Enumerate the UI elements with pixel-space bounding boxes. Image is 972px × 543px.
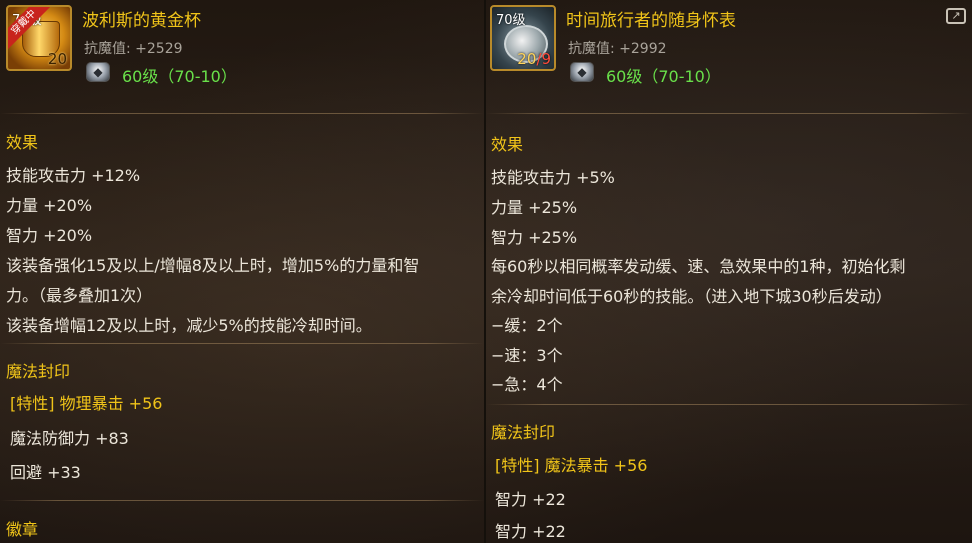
- item-grade-level: 60级（70-10）: [122, 67, 237, 86]
- item-count: 20: [47, 50, 67, 68]
- section-separator: [0, 113, 484, 114]
- effect-line: 智力 +25%: [491, 228, 578, 247]
- effect-line: 该装备增幅12及以上时，减少5%的技能冷却时间。: [6, 316, 372, 335]
- item-grade-level: 60级（70-10）: [606, 67, 721, 86]
- enchant-line: 智力 +22: [495, 490, 566, 509]
- item-name: 波利斯的黄金杯: [82, 11, 201, 31]
- enchant-line-trait: [特性] 魔法暴击 +56: [495, 456, 648, 475]
- effect-line: 该装备强化15及以上/增幅8及以上时，增加5%的力量和智: [6, 256, 420, 275]
- effect-line: −急：4个: [491, 375, 563, 394]
- effect-line: −速：3个: [491, 346, 563, 365]
- effect-line: 每60秒以相同概率发动缓、速、急效果中的1种，初始化剩: [491, 257, 906, 276]
- share-icon[interactable]: ↗: [946, 8, 966, 24]
- effect-line: 技能攻击力 +5%: [491, 168, 615, 187]
- item-count: 20/9: [517, 50, 551, 68]
- item-icon-pocket-watch[interactable]: 70级 20/9: [490, 5, 556, 71]
- effect-line: 力。（最多叠加1次）: [6, 286, 153, 305]
- diamond-grade-icon: ◆: [570, 62, 594, 82]
- effect-section-title: 效果: [6, 133, 39, 152]
- magic-resist-value: 抗魔值: +2529: [84, 41, 183, 57]
- item-tooltip-right: 70级 20/9 时间旅行者的随身怀表 抗魔值: +2992 ◆ 60级（70-…: [486, 0, 972, 543]
- enchant-section-title: 魔法封印: [491, 423, 556, 442]
- item-name: 时间旅行者的随身怀表: [566, 11, 736, 31]
- icon-level-label: 70级: [496, 13, 526, 28]
- section-separator: [0, 500, 484, 501]
- enchant-line: 魔法防御力 +83: [10, 429, 129, 448]
- effect-line: 力量 +25%: [491, 198, 578, 217]
- magic-resist-value: 抗魔值: +2992: [568, 41, 667, 57]
- effect-section-title: 效果: [491, 135, 524, 154]
- effect-line: 力量 +20%: [6, 196, 93, 215]
- item-icon-golden-cup[interactable]: 70级 穿戴中 20: [6, 5, 72, 71]
- enchant-line: 智力 +22: [495, 522, 566, 541]
- effect-line: −缓：2个: [491, 316, 563, 335]
- effect-line: 技能攻击力 +12%: [6, 166, 141, 185]
- badge-section-title: 徽章: [6, 520, 39, 539]
- effect-line: 智力 +20%: [6, 226, 93, 245]
- item-tooltip-left: 70级 穿戴中 20 波利斯的黄金杯 抗魔值: +2529 ◆ 60级（70-1…: [0, 0, 484, 543]
- effect-line: 余冷却时间低于60秒的技能。（进入地下城30秒后发动）: [491, 287, 892, 306]
- enchant-section-title: 魔法封印: [6, 362, 71, 381]
- section-separator: [486, 113, 972, 114]
- section-separator: [0, 343, 484, 344]
- enchant-line: 回避 +33: [10, 463, 81, 482]
- enchant-line-trait: [特性] 物理暴击 +56: [10, 394, 163, 413]
- section-separator: [486, 404, 972, 405]
- diamond-grade-icon: ◆: [86, 62, 110, 82]
